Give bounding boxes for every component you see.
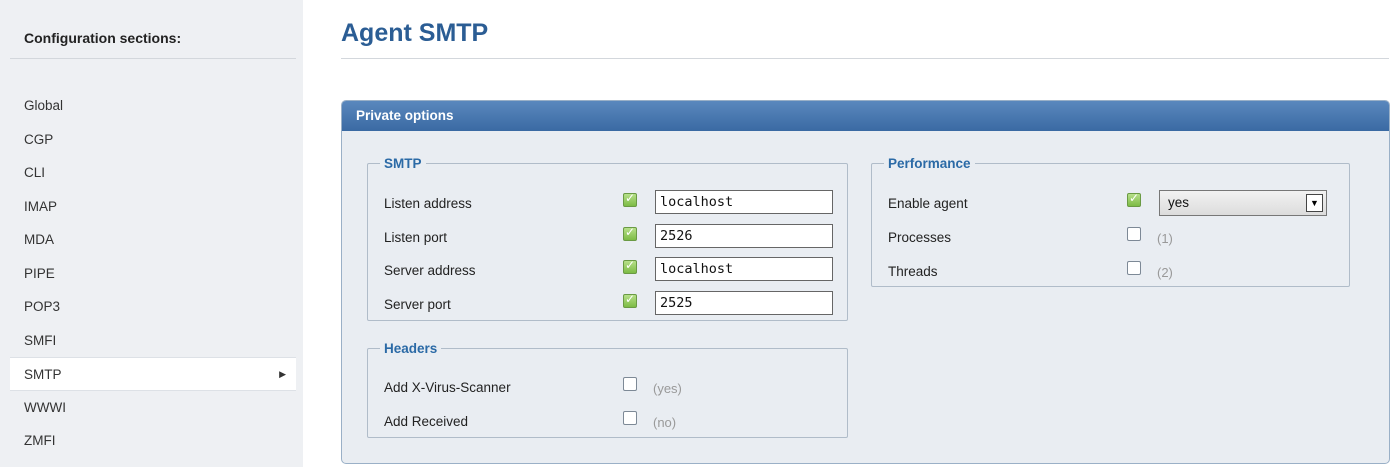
server-address-row: Server address	[384, 257, 863, 285]
listen-address-label: Listen address	[384, 196, 472, 211]
sidebar-item-zmfi[interactable]: ZMFI	[10, 424, 296, 458]
sidebar-item-imap[interactable]: IMAP	[10, 190, 296, 224]
sidebar-item-cgp[interactable]: CGP	[10, 123, 296, 157]
server-port-checkbox[interactable]	[623, 292, 637, 308]
enable-agent-row: Enable agent yes ▼	[888, 190, 1365, 218]
add-x-virus-scanner-checkbox[interactable]	[623, 377, 637, 391]
sidebar-item-label: SMTP	[24, 367, 62, 382]
server-port-input[interactable]	[655, 291, 833, 315]
listen-address-input[interactable]	[655, 190, 833, 214]
arrow-right-icon: ▶	[279, 369, 286, 379]
sidebar-item-pipe[interactable]: PIPE	[10, 257, 296, 291]
page-title: Agent SMTP	[341, 19, 489, 47]
sidebar-item-global[interactable]: Global	[10, 89, 296, 123]
server-address-checkbox[interactable]	[623, 258, 637, 274]
performance-legend: Performance	[888, 156, 971, 171]
add-x-virus-scanner-label: Add X-Virus-Scanner	[384, 380, 511, 395]
default-value-text: (1)	[1157, 231, 1173, 246]
sidebar-item-smtp[interactable]: SMTP ▶	[10, 357, 296, 391]
listen-address-row: Listen address	[384, 190, 863, 218]
chevron-down-icon[interactable]: ▼	[1306, 194, 1323, 212]
divider	[10, 58, 296, 59]
sidebar: Configuration sections: Global CGP CLI I…	[0, 0, 303, 467]
sidebar-item-wwwi[interactable]: WWWI	[10, 391, 296, 425]
sidebar-item-mda[interactable]: MDA	[10, 223, 296, 257]
sidebar-item-smfi[interactable]: SMFI	[10, 324, 296, 358]
add-received-checkbox[interactable]	[623, 411, 637, 425]
server-port-row: Server port	[384, 291, 863, 319]
enable-agent-label: Enable agent	[888, 196, 968, 211]
smtp-legend: SMTP	[384, 156, 422, 171]
add-x-virus-scanner-row: Add X-Virus-Scanner (yes)	[384, 374, 863, 402]
enable-agent-select[interactable]: yes ▼	[1159, 190, 1327, 216]
headers-legend: Headers	[384, 341, 438, 356]
add-received-row: Add Received (no)	[384, 408, 863, 436]
sidebar-item-cli[interactable]: CLI	[10, 156, 296, 190]
listen-port-input[interactable]	[655, 224, 833, 248]
processes-label: Processes	[888, 230, 952, 245]
listen-port-checkbox[interactable]	[623, 225, 637, 241]
divider	[341, 58, 1389, 59]
main-content: Agent SMTP Private options SMTP Listen a…	[303, 0, 1394, 467]
default-value-text: (no)	[653, 415, 677, 430]
server-address-label: Server address	[384, 263, 476, 278]
server-port-label: Server port	[384, 297, 451, 312]
listen-port-row: Listen port	[384, 224, 863, 252]
headers-group: Headers Add X-Virus-Scanner (yes) Add Re…	[367, 341, 848, 438]
processes-checkbox[interactable]	[1127, 227, 1141, 241]
server-address-input[interactable]	[655, 257, 833, 281]
panel-header: Private options	[342, 101, 1389, 131]
sidebar-nav: Global CGP CLI IMAP MDA PIPE POP3 SMFI S…	[10, 89, 296, 458]
sidebar-title: Configuration sections:	[24, 30, 182, 46]
threads-checkbox[interactable]	[1127, 261, 1141, 275]
sidebar-item-pop3[interactable]: POP3	[10, 290, 296, 324]
smtp-group: SMTP Listen address Listen port Server a…	[367, 156, 848, 321]
threads-label: Threads	[888, 264, 938, 279]
processes-row: Processes (1)	[888, 224, 1365, 252]
performance-group: Performance Enable agent yes ▼ Processes…	[871, 156, 1350, 287]
enable-agent-value: yes	[1168, 195, 1190, 210]
default-value-text: (2)	[1157, 265, 1173, 280]
listen-port-label: Listen port	[384, 230, 448, 245]
enable-agent-checkbox[interactable]	[1127, 191, 1141, 207]
private-options-panel: Private options SMTP Listen address List…	[341, 100, 1390, 464]
listen-address-checkbox[interactable]	[623, 191, 637, 207]
threads-row: Threads (2)	[888, 258, 1365, 286]
default-value-text: (yes)	[653, 381, 682, 396]
add-received-label: Add Received	[384, 414, 469, 429]
